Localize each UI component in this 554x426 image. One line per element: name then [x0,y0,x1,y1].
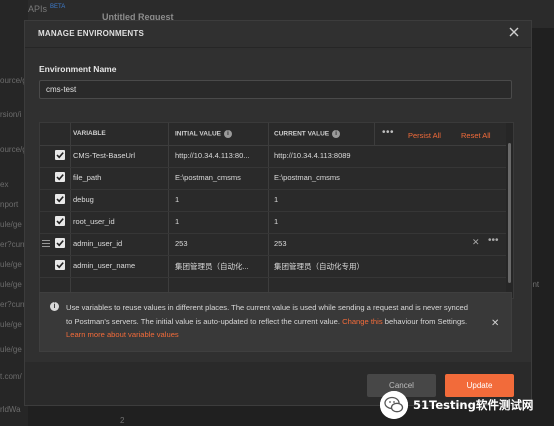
cell-variable[interactable]: root_user_id [73,217,165,226]
cell-variable[interactable]: admin_user_id [73,239,165,248]
cell-initial-value[interactable]: E:\postman_cmsms [175,173,267,182]
cell-initial-value[interactable]: 集团管理员（自动化... [175,261,267,272]
table-row[interactable]: admin_user_id 253 253 ✕ ••• [40,233,506,256]
cell-initial-value[interactable]: http://10.34.4.113:80... [175,151,267,160]
banner-text: Use variables to reuse values in differe… [66,303,468,339]
header-initial-value: INITIAL VALUE i [175,130,232,138]
close-banner-icon[interactable]: ✕ [491,318,499,329]
cell-current-value[interactable]: 253 [274,239,424,248]
cell-variable[interactable]: CMS-Test-BaseUrl [73,151,165,160]
modal-header: MANAGE ENVIRONMENTS [25,21,531,48]
cell-current-value[interactable]: E:\postman_cmsms [274,173,424,182]
persist-all-button[interactable]: Persist All [408,131,441,140]
sidebar-fragment: rldWa [0,405,21,414]
cell-current-value[interactable]: 1 [274,217,424,226]
table-header: VARIABLE INITIAL VALUE i CURRENT VALUE i •… [40,123,506,146]
table-row[interactable]: debug 1 1 [40,189,506,212]
environment-name-input[interactable] [39,80,512,99]
sidebar-fragment: ule/ge [0,260,22,269]
modal-title: MANAGE ENVIRONMENTS [38,29,145,38]
manage-environments-modal: MANAGE ENVIRONMENTS Environment Name VAR… [24,20,532,406]
sidebar-fragment: ource/g [0,76,27,85]
row-checkbox[interactable] [55,238,65,248]
cell-variable[interactable]: admin_user_name [73,261,165,270]
table-scrollbar[interactable] [506,123,513,298]
environment-name-label: Environment Name [39,64,117,74]
sidebar-fragment: ex [0,180,9,189]
row-checkbox[interactable] [55,194,65,204]
drag-handle-icon[interactable] [42,240,50,247]
info-icon[interactable]: i [223,130,232,138]
sidebar-fragment: rsion/i [0,110,22,119]
variables-table: VARIABLE INITIAL VALUE i CURRENT VALUE i •… [39,122,514,299]
sidebar-fragment: ule/ge [0,220,22,229]
background-apis-label: APIs BETA [28,4,66,14]
row-checkbox[interactable] [55,216,65,226]
table-row[interactable]: admin_user_name 集团管理员（自动化... 集团管理员（自动化专用… [40,255,506,278]
sidebar-fragment: ule/ge [0,345,22,354]
header-current-value: CURRENT VALUE i [274,130,341,138]
sidebar-fragment: er?curr [0,300,26,309]
sidebar-fragment: t.com/ [0,372,22,381]
cell-initial-value[interactable]: 253 [175,239,267,248]
sidebar-fragment: ule/ge [0,280,22,289]
change-settings-link[interactable]: Change this [342,317,383,326]
cell-variable[interactable]: debug [73,195,165,204]
row-checkbox[interactable] [55,260,65,270]
info-banner: i Use variables to reuse values in diffe… [39,292,512,352]
table-row[interactable]: root_user_id 1 1 [40,211,506,234]
table-more-icon[interactable]: ••• [382,127,394,138]
header-variable: VARIABLE [73,130,106,137]
cell-initial-value[interactable]: 1 [175,195,267,204]
cell-current-value[interactable]: 集团管理员（自动化专用） [274,261,424,272]
wechat-logo-icon [380,391,408,419]
sidebar-fragment: ule/ge [0,320,22,329]
table-row[interactable]: file_path E:\postman_cmsms E:\postman_cm… [40,167,506,190]
cell-current-value[interactable]: http://10.34.4.113:8089 [274,151,424,160]
watermark: 51Testing软件测试网 [380,389,552,423]
info-icon: i [50,302,59,311]
row-checkbox[interactable] [55,150,65,160]
learn-more-link[interactable]: Learn more about variable values [66,330,179,339]
sidebar-fragment: er?curr [0,240,26,249]
scrollbar-thumb[interactable] [508,143,511,283]
sidebar-fragment: ource/g [0,145,27,154]
info-icon[interactable]: i [332,130,341,138]
watermark-text: 51Testing软件测试网 [413,398,534,412]
cell-initial-value[interactable]: 1 [175,217,267,226]
row-checkbox[interactable] [55,172,65,182]
background-bottom-fragment: 2 [120,416,125,425]
table-row[interactable]: CMS-Test-BaseUrl http://10.34.4.113:80..… [40,145,506,168]
close-icon[interactable] [507,25,521,39]
row-more-icon[interactable]: ••• [488,235,499,246]
cell-current-value[interactable]: 1 [274,195,424,204]
column-divider [374,123,375,145]
cell-variable[interactable]: file_path [73,173,165,182]
sidebar-fragment: nport [0,200,19,209]
delete-row-icon[interactable]: ✕ [472,237,480,248]
reset-all-button[interactable]: Reset All [461,131,491,140]
